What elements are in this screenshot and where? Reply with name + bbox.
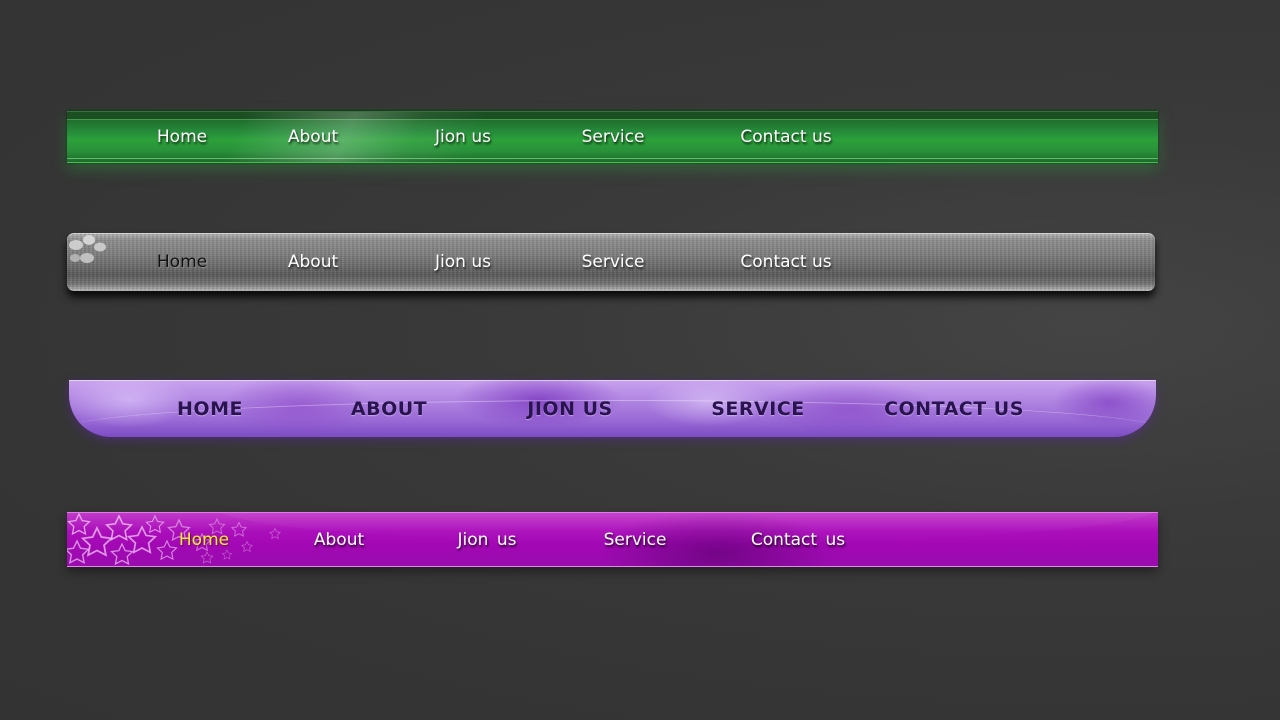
purple-nav-contact-us[interactable]: CONTACT US: [884, 398, 1024, 420]
magenta-nav-service[interactable]: Service: [604, 530, 667, 550]
purple-nav-join-us[interactable]: JION US: [527, 398, 612, 420]
silver-nav-home[interactable]: Home: [157, 252, 207, 272]
green-nav-about[interactable]: About: [288, 127, 338, 147]
green-nav-bar: Home About Jion us Service Contact us: [67, 111, 1158, 163]
magenta-nav-contact-us[interactable]: Contact us: [751, 530, 845, 550]
purple-nav-bar: HOME ABOUT JION US SERVICE CONTACT US: [69, 380, 1156, 437]
magenta-nav-bar: Home About Jion us Service Contact us: [67, 512, 1158, 567]
silver-nav-join-us[interactable]: Jion us: [435, 252, 491, 272]
paw-print-icon: [69, 235, 106, 263]
purple-nav-about[interactable]: ABOUT: [351, 398, 427, 420]
green-nav-join-us[interactable]: Jion us: [435, 127, 491, 147]
magenta-nav-about[interactable]: About: [314, 530, 364, 550]
green-nav-contact-us[interactable]: Contact us: [740, 127, 831, 147]
green-nav-home[interactable]: Home: [157, 127, 207, 147]
purple-nav-service[interactable]: SERVICE: [711, 398, 805, 420]
magenta-nav-join-us[interactable]: Jion us: [458, 530, 517, 550]
silver-nav-bar: Home About Jion us Service Contact us: [67, 233, 1155, 291]
silver-nav-contact-us[interactable]: Contact us: [740, 252, 831, 272]
purple-nav-home[interactable]: HOME: [177, 398, 243, 420]
magenta-nav-home[interactable]: Home: [179, 530, 229, 550]
silver-nav-service[interactable]: Service: [582, 252, 645, 272]
green-nav-service[interactable]: Service: [582, 127, 645, 147]
silver-nav-about[interactable]: About: [288, 252, 338, 272]
